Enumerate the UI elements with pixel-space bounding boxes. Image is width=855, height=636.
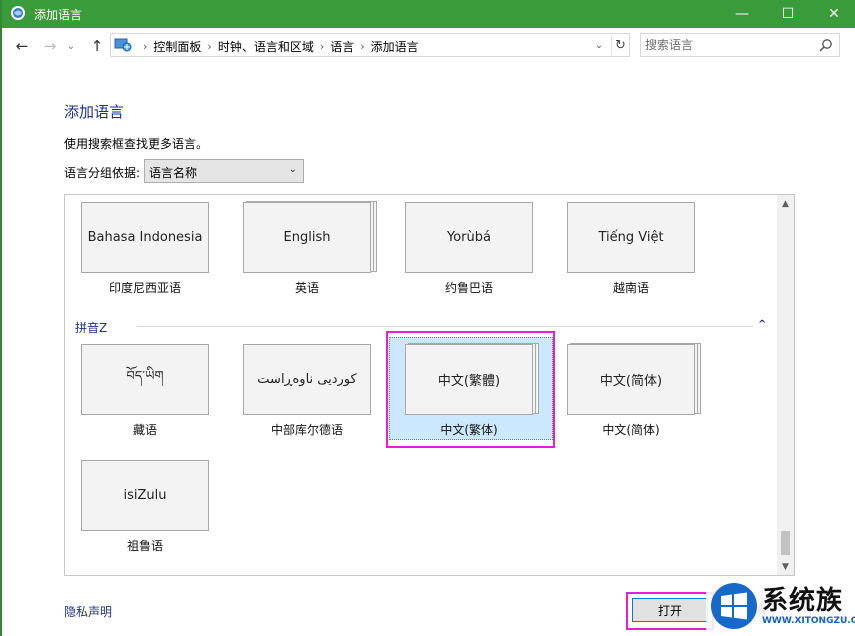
language-display-name: 越南语 — [612, 281, 649, 295]
language-tile[interactable]: Yorùbá 约鲁巴语 — [389, 195, 533, 307]
language-tile[interactable]: Bahasa Indonesia 印度尼西亚语 — [65, 195, 209, 307]
watermark-url: WWW.XITONGZU.COM — [762, 616, 855, 626]
up-arrow-icon[interactable]: ↑ — [87, 36, 107, 56]
windows-logo-icon — [711, 583, 757, 629]
language-native-name: کوردیی ناوەڕاست — [243, 344, 371, 415]
language-tile[interactable]: کوردیی ناوەڕاست 中部库尔德语 — [227, 337, 371, 449]
section-header-pinyin-z: 拼音Z — [75, 321, 108, 335]
language-tile[interactable]: isiZulu 祖鲁语 — [65, 453, 209, 565]
group-by-label: 语言分组依据: — [64, 166, 141, 180]
breadcrumb-language[interactable]: 语言 — [330, 38, 354, 55]
language-display-name: 约鲁巴语 — [444, 281, 493, 295]
language-tile[interactable]: 中文(简体) 中文(简体) — [551, 337, 695, 449]
breadcrumb-separator: › — [143, 40, 148, 53]
language-display-name: 祖鲁语 — [126, 539, 163, 553]
language-native-name: བོད་ཡིག — [81, 344, 209, 415]
language-native-name: isiZulu — [81, 460, 209, 531]
breadcrumb: › 控制面板 › 时钟、语言和区域 › 语言 › 添加语言 — [137, 38, 419, 55]
chevron-down-icon: ⌄ — [288, 164, 297, 175]
breadcrumb-separator: › — [360, 40, 365, 53]
breadcrumb-clock-language-region[interactable]: 时钟、语言和区域 — [218, 38, 314, 55]
search-icon[interactable] — [819, 38, 833, 52]
language-tile[interactable]: English 英语 — [227, 195, 371, 307]
language-native-name: Bahasa Indonesia — [81, 202, 209, 273]
language-tile[interactable]: Tiếng Việt 越南语 — [551, 195, 695, 307]
language-native-name: Yorùbá — [405, 202, 533, 273]
language-display-name: 英语 — [294, 281, 319, 295]
scroll-up-arrow-icon[interactable]: ▲ — [777, 195, 794, 212]
language-tile[interactable]: བོད་ཡིག 藏语 — [65, 337, 209, 449]
privacy-statement-link[interactable]: 隐私声明 — [64, 603, 112, 620]
control-panel-icon — [114, 38, 132, 52]
address-dropdown-chevron-icon[interactable]: ⌄ — [591, 37, 607, 53]
title-bar: 添加语言 — ☐ ✕ — [2, 0, 855, 28]
breadcrumb-separator: › — [319, 40, 325, 53]
open-button[interactable]: 打开 — [632, 598, 708, 622]
language-native-name: Tiếng Việt — [567, 202, 695, 273]
breadcrumb-control-panel[interactable]: 控制面板 — [153, 38, 201, 55]
scrollbar-thumb[interactable] — [781, 531, 790, 555]
window-title: 添加语言 — [34, 8, 83, 22]
refresh-icon[interactable]: ↻ — [611, 35, 629, 55]
page-title: 添加语言 — [64, 103, 125, 121]
group-by-selected-value: 语言名称 — [149, 166, 198, 180]
language-display-name: 印度尼西亚语 — [108, 281, 181, 295]
language-display-name: 中部库尔德语 — [270, 423, 343, 437]
language-native-name: English — [243, 202, 371, 273]
recent-locations-chevron-icon[interactable]: ⌄ — [64, 36, 78, 56]
language-app-icon — [11, 6, 25, 20]
section-divider — [137, 326, 753, 327]
collapse-chevron-icon[interactable]: ^ — [758, 319, 766, 330]
address-bar[interactable]: › 控制面板 › 时钟、语言和区域 › 语言 › 添加语言 ⌄ ↻ — [110, 33, 630, 57]
forward-arrow-icon[interactable]: → — [40, 36, 60, 56]
add-language-window: 添加语言 — ☐ ✕ ← → ⌄ ↑ › 控制面板 › 时钟、语言和区域 › 语… — [0, 0, 855, 636]
scroll-down-arrow-icon[interactable]: ▼ — [777, 558, 794, 575]
language-display-name: 藏语 — [132, 423, 157, 437]
address-row: ← → ⌄ ↑ › 控制面板 › 时钟、语言和区域 › 语言 › 添加语言 ⌄ … — [2, 28, 855, 64]
site-watermark: 系统族 WWW.XITONGZU.COM — [706, 576, 855, 636]
breadcrumb-add-language[interactable]: 添加语言 — [371, 38, 419, 55]
search-input[interactable] — [645, 37, 810, 53]
annotation-highlight-selected-tile — [386, 331, 555, 448]
language-display-name: 中文(简体) — [602, 423, 660, 437]
search-box — [640, 33, 840, 57]
watermark-text: 系统族 — [762, 586, 844, 616]
group-by-select[interactable]: 语言名称 ⌄ — [144, 159, 304, 183]
maximize-button[interactable]: ☐ — [765, 0, 811, 28]
minimize-button[interactable]: — — [719, 0, 765, 28]
vertical-scrollbar[interactable]: ▲ ▼ — [777, 195, 794, 575]
breadcrumb-separator: › — [207, 40, 212, 53]
language-native-name: 中文(简体) — [567, 344, 695, 415]
close-button[interactable]: ✕ — [811, 0, 855, 28]
search-hint-text: 使用搜索框查找更多语言。 — [64, 137, 209, 151]
back-arrow-icon[interactable]: ← — [12, 36, 32, 56]
